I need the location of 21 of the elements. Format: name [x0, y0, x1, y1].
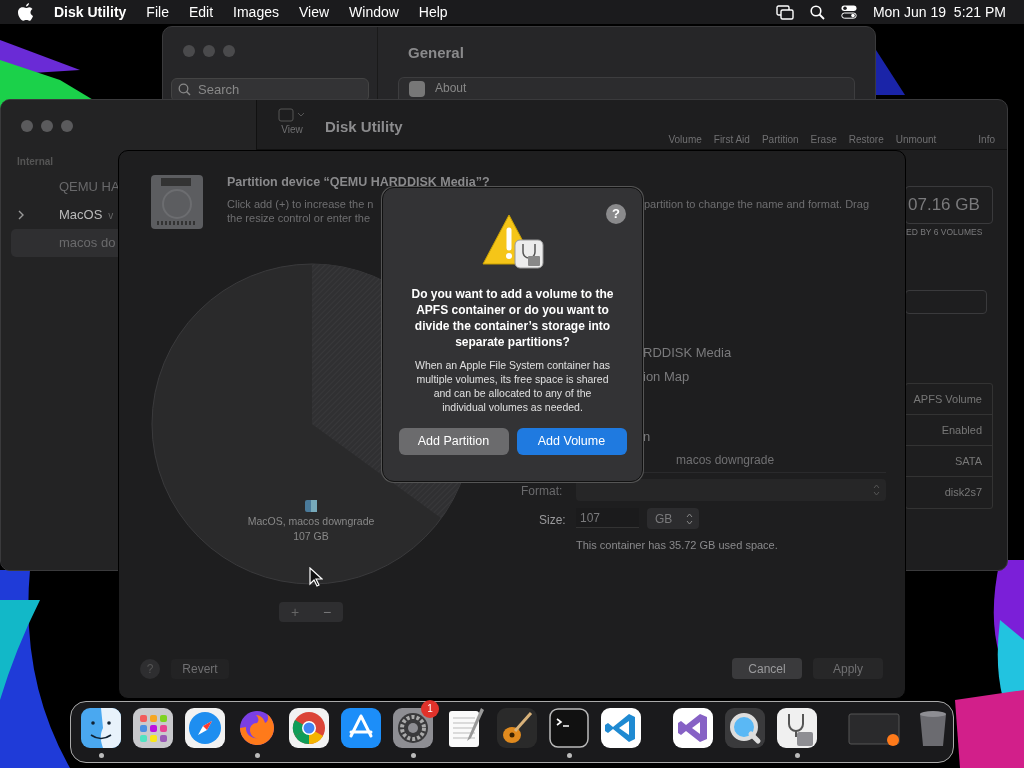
field-label: Size:: [539, 512, 566, 529]
toolbar-label: View: [281, 123, 303, 137]
notification-badge: 1: [421, 700, 439, 718]
sheet-description: Click add (+) to increase the n: [227, 197, 374, 212]
info-value: disk2s7: [943, 485, 983, 501]
row-label: About: [435, 80, 467, 95]
alert-title: Do you want to add a volume to the APFS container or do you want to divide the container’s storage into separate partitions?: [410, 286, 615, 350]
pane-title: General: [408, 43, 465, 63]
sheet-description: partition to change the name and format. Drag: [644, 197, 870, 212]
detail-text: n: [643, 428, 651, 446]
window-title: Disk Utility: [325, 117, 403, 137]
sheet-title: Partition device “QEMU HARDDISK Media”?: [227, 174, 490, 191]
usage-note: This container has 35.72 GB used space.: [576, 538, 778, 553]
detail-text: ion Map: [643, 368, 690, 386]
field-label: Format:: [521, 483, 563, 500]
alert-message: When an Apple File System container has multiple volumes, its free space is shared and can be allocated to any of the individual volumes as needed.: [414, 358, 611, 414]
pie-label: MacOS, macos downgrade: [246, 515, 376, 528]
pie-size: 107 GB: [292, 529, 330, 544]
detail-text: RDDISK Media: [643, 344, 732, 362]
capacity-note: ED BY 6 VOLUMES: [906, 226, 983, 239]
sheet-description: the resize control or enter the: [227, 211, 371, 226]
